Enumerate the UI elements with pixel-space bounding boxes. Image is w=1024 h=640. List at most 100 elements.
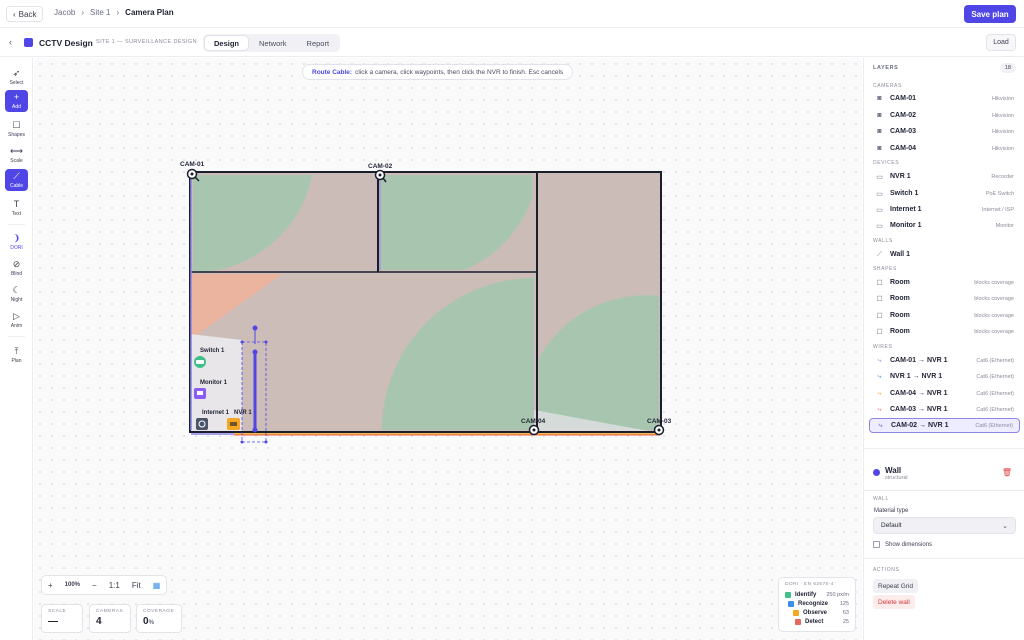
design-canvas[interactable]: Route Cable: click a camera, click waypo… xyxy=(34,58,862,640)
layer-internet[interactable]: ▭ Internet 1 Internet / ISP xyxy=(869,202,1020,217)
layer-room[interactable]: ☐ Room blocks coverage xyxy=(869,308,1020,323)
material-type-label: Material type xyxy=(874,508,909,514)
wire-icon: ⤷ xyxy=(877,405,882,413)
text-icon: T xyxy=(13,198,20,209)
layer-cam03[interactable]: ◙ CAM-03 Hikvision xyxy=(869,124,1020,139)
camera-icon: ◙ xyxy=(877,128,882,135)
layer-wire-selected[interactable]: ⤷ CAM-02 → NVR 1 Cat6 (Ethernet) xyxy=(869,418,1020,433)
switch-icon: ▭ xyxy=(876,190,883,198)
breadcrumb-current: Camera Plan xyxy=(125,8,174,17)
tool-scale[interactable]: ⟷ Scale xyxy=(5,144,28,166)
zoom-out-button[interactable]: − xyxy=(92,581,97,590)
tool-anim[interactable]: ▷ Anim xyxy=(5,309,28,331)
detect-swatch xyxy=(795,618,801,625)
mode-tabs: Design Network Report xyxy=(203,34,341,52)
tool-dori[interactable]: ❩ DORI xyxy=(5,231,28,253)
tab-network[interactable]: Network xyxy=(250,36,296,50)
camera-cam03[interactable] xyxy=(653,424,665,436)
load-button[interactable]: Load xyxy=(986,34,1016,51)
tool-plan[interactable]: ⤒ Plan xyxy=(5,344,28,366)
zoom-in-button[interactable]: + xyxy=(48,581,53,590)
device-switch[interactable] xyxy=(194,356,206,368)
panel-divider xyxy=(864,490,1024,491)
camera-dot xyxy=(532,428,536,432)
observe-swatch xyxy=(793,609,799,616)
layer-wire[interactable]: ⤷ CAM-01 → NVR 1 Cat6 (Ethernet) xyxy=(869,353,1020,368)
chevron-left-icon: ‹ xyxy=(13,9,16,19)
project-bar: ‹ CCTV Design SITE 1 — SURVEILLANCE DESI… xyxy=(0,29,1024,57)
selection-handle[interactable] xyxy=(264,440,268,444)
dori-recognize: Recognize 125 xyxy=(785,599,849,608)
stat-scale: SCALE — xyxy=(41,604,83,633)
layer-cam04[interactable]: ◙ CAM-04 Hikvision xyxy=(869,141,1020,156)
minimap-icon[interactable]: ▦ xyxy=(153,581,161,590)
device-monitor[interactable] xyxy=(194,388,206,399)
layer-wall[interactable]: ⟋ Wall 1 xyxy=(869,247,1020,262)
zoom-fit-button[interactable]: Fit xyxy=(132,581,141,590)
selection-color-dot xyxy=(873,469,880,476)
wire-icon: ⤷ xyxy=(877,356,882,364)
top-bar: ‹ Back Jacob › Site 1 › Camera Plan Save… xyxy=(0,0,1024,28)
waypoint-handle[interactable] xyxy=(252,325,258,331)
tool-blind[interactable]: ⊘ Blind xyxy=(5,257,28,279)
project-subtitle: SITE 1 — SURVEILLANCE DESIGN xyxy=(96,39,197,45)
layer-wire[interactable]: ⤷ CAM-03 → NVR 1 Cat6 (Ethernet) xyxy=(869,402,1020,417)
actions-heading: ACTIONS xyxy=(873,567,900,573)
layer-cam02[interactable]: ◙ CAM-02 Hikvision xyxy=(869,108,1020,123)
wall-section-heading: WALL xyxy=(873,496,889,502)
material-type-select[interactable]: Default ⌄ xyxy=(873,517,1016,534)
back-button[interactable]: ‹ Back xyxy=(6,6,44,22)
cameras-heading: CAMERAS xyxy=(873,83,902,89)
selection-handle[interactable] xyxy=(240,440,244,444)
show-dimensions-checkbox[interactable] xyxy=(873,541,880,548)
device-nvr[interactable] xyxy=(227,418,240,430)
cam04-label: CAM-04 xyxy=(521,418,546,425)
collapse-chevron-icon[interactable]: ‹ xyxy=(9,37,12,47)
tool-shapes[interactable]: ☐ Shapes xyxy=(5,118,28,140)
camera-dot xyxy=(657,428,661,432)
layer-nvr[interactable]: ▭ NVR 1 Recorder xyxy=(869,169,1020,184)
square-icon: ☐ xyxy=(876,295,883,303)
camera-cam04[interactable] xyxy=(528,424,540,436)
layer-cam01[interactable]: ◙ CAM-01 Hikvision xyxy=(869,91,1020,106)
selection-handle[interactable] xyxy=(264,340,268,344)
save-plan-button[interactable]: Save plan xyxy=(964,5,1016,23)
switch-label: Switch 1 xyxy=(200,348,225,354)
breadcrumb-site[interactable]: Site 1 xyxy=(90,8,110,17)
layer-wire[interactable]: ⤷ NVR 1 → NVR 1 Cat6 (Ethernet) xyxy=(869,369,1020,384)
project-color-swatch xyxy=(24,38,33,47)
layer-room[interactable]: ☐ Room blocks coverage xyxy=(869,324,1020,339)
tool-add[interactable]: + Add xyxy=(5,90,28,112)
layer-wire[interactable]: ⤷ CAM-04 → NVR 1 Cat6 (Ethernet) xyxy=(869,386,1020,401)
show-dimensions-row[interactable]: Show dimensions xyxy=(873,541,932,548)
device-internet[interactable] xyxy=(196,418,208,430)
waypoint-handle[interactable] xyxy=(252,427,258,433)
wall-icon: ⟋ xyxy=(877,250,882,258)
layer-room[interactable]: ☐ Room blocks coverage xyxy=(869,275,1020,290)
selection-handle[interactable] xyxy=(240,340,244,344)
breadcrumb-jacob[interactable]: Jacob xyxy=(54,8,75,17)
tab-design[interactable]: Design xyxy=(205,36,249,50)
layer-room[interactable]: ☐ Room blocks coverage xyxy=(869,291,1020,306)
repeat-grid-button[interactable]: Repeat Grid xyxy=(873,579,919,593)
eye-off-icon: ⊘ xyxy=(12,258,21,269)
tool-night[interactable]: ☾ Night xyxy=(5,283,28,305)
layer-switch[interactable]: ▭ Switch 1 PoE Switch xyxy=(869,186,1020,201)
chevron-down-icon: ⌄ xyxy=(1002,522,1008,530)
waypoint-handle[interactable] xyxy=(252,349,258,355)
stat-coverage: COVERAGE 0% xyxy=(136,604,182,633)
zoom-actual-button[interactable]: 1:1 xyxy=(109,581,120,590)
tool-select[interactable]: ➶ Select xyxy=(5,66,28,88)
trash-icon[interactable]: 🗑 xyxy=(1002,468,1012,477)
tool-cable[interactable]: ⟋ Cable xyxy=(5,169,28,191)
cam02-label: CAM-02 xyxy=(368,163,393,170)
internet-label: Internet 1 xyxy=(202,410,230,416)
upload-icon: ⤒ xyxy=(14,345,19,356)
delete-wall-button[interactable]: Delete wall xyxy=(873,595,915,609)
camera-dot xyxy=(190,172,194,176)
internet-icon: ▭ xyxy=(876,206,883,214)
tab-report[interactable]: Report xyxy=(298,36,339,50)
tool-text[interactable]: T Text xyxy=(5,197,28,219)
floor-plan[interactable]: CAM-01 CAM-02 CAM-04 CAM-03 Switch 1 Mon… xyxy=(34,58,862,640)
layer-monitor[interactable]: ▭ Monitor 1 Monitor xyxy=(869,218,1020,233)
